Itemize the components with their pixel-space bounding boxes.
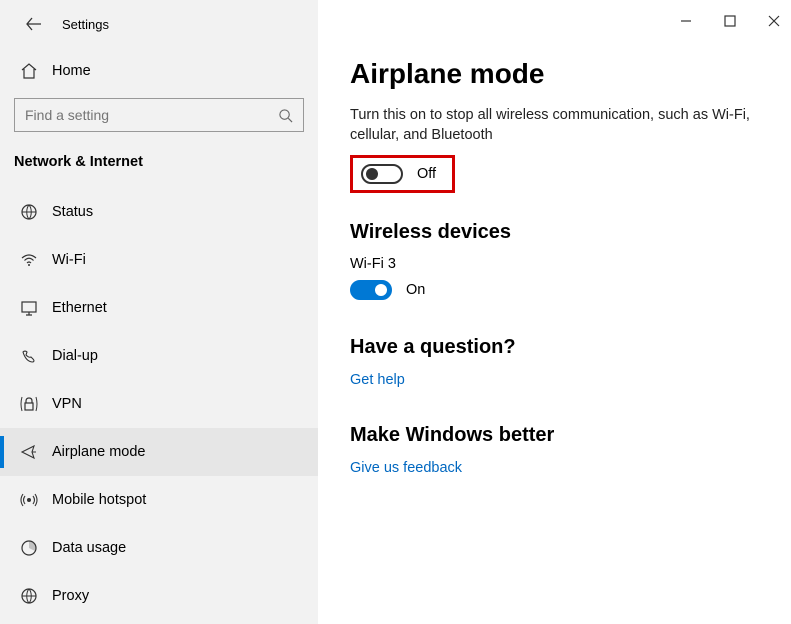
toggle-knob — [366, 168, 378, 180]
nav-label: Data usage — [52, 540, 126, 556]
sidebar-item-home[interactable]: Home — [0, 52, 318, 90]
help-link[interactable]: Get help — [350, 372, 405, 388]
home-label: Home — [52, 63, 91, 79]
vpn-icon — [20, 395, 38, 413]
nav-label: Ethernet — [52, 300, 107, 316]
nav-list: Status Wi-Fi Ethernet Dial-up VPN Airpla… — [0, 188, 318, 624]
back-icon — [26, 16, 42, 32]
main-content: Airplane mode Turn this on to stop all w… — [318, 0, 791, 624]
nav-label: Proxy — [52, 588, 89, 604]
minimize-button[interactable] — [677, 12, 695, 30]
sidebar-item-dialup[interactable]: Dial-up — [0, 332, 318, 380]
ethernet-icon — [20, 299, 38, 317]
home-icon — [20, 62, 38, 80]
airplane-icon — [20, 443, 38, 461]
status-icon — [20, 203, 38, 221]
sidebar-item-airplane[interactable]: Airplane mode — [0, 428, 318, 476]
sidebar-item-proxy[interactable]: Proxy — [0, 572, 318, 620]
nav-label: Airplane mode — [52, 444, 146, 460]
proxy-icon — [20, 587, 38, 605]
minimize-icon — [680, 15, 692, 27]
airplane-toggle-highlight: Off — [350, 155, 455, 193]
sidebar-item-wifi[interactable]: Wi-Fi — [0, 236, 318, 284]
nav-label: VPN — [52, 396, 82, 412]
airplane-toggle[interactable] — [361, 164, 403, 184]
sidebar-item-ethernet[interactable]: Ethernet — [0, 284, 318, 332]
search-box[interactable] — [14, 98, 304, 132]
nav-label: Status — [52, 204, 93, 220]
sidebar: Settings Home Network & Internet Status … — [0, 0, 318, 624]
wifi-toggle-label: On — [406, 282, 425, 298]
wifi-icon — [20, 251, 38, 269]
back-button[interactable] — [24, 14, 44, 34]
feedback-heading: Make Windows better — [350, 424, 759, 447]
maximize-button[interactable] — [721, 12, 739, 30]
window-controls — [677, 12, 783, 30]
wifi-toggle[interactable] — [350, 280, 392, 300]
sidebar-item-vpn[interactable]: VPN — [0, 380, 318, 428]
sidebar-item-hotspot[interactable]: Mobile hotspot — [0, 476, 318, 524]
page-title: Airplane mode — [350, 58, 759, 90]
toggle-knob — [375, 284, 387, 296]
wireless-devices-heading: Wireless devices — [350, 221, 759, 244]
nav-label: Wi-Fi — [52, 252, 86, 268]
category-label: Network & Internet — [0, 146, 318, 188]
wifi-device-row: On — [350, 280, 759, 300]
datausage-icon — [20, 539, 38, 557]
nav-label: Mobile hotspot — [52, 492, 146, 508]
wifi-device-name: Wi-Fi 3 — [350, 256, 759, 272]
page-description: Turn this on to stop all wireless commun… — [350, 106, 750, 145]
feedback-link[interactable]: Give us feedback — [350, 460, 462, 476]
sidebar-item-status[interactable]: Status — [0, 188, 318, 236]
titlebar: Settings — [0, 14, 318, 52]
search-container — [0, 90, 318, 146]
search-icon — [278, 108, 293, 123]
sidebar-item-datausage[interactable]: Data usage — [0, 524, 318, 572]
close-button[interactable] — [765, 12, 783, 30]
close-icon — [768, 15, 780, 27]
settings-title: Settings — [62, 17, 109, 32]
hotspot-icon — [20, 491, 38, 509]
airplane-toggle-label: Off — [417, 166, 436, 182]
dialup-icon — [20, 347, 38, 365]
nav-label: Dial-up — [52, 348, 98, 364]
question-heading: Have a question? — [350, 336, 759, 359]
maximize-icon — [724, 15, 736, 27]
search-input[interactable] — [25, 107, 278, 123]
